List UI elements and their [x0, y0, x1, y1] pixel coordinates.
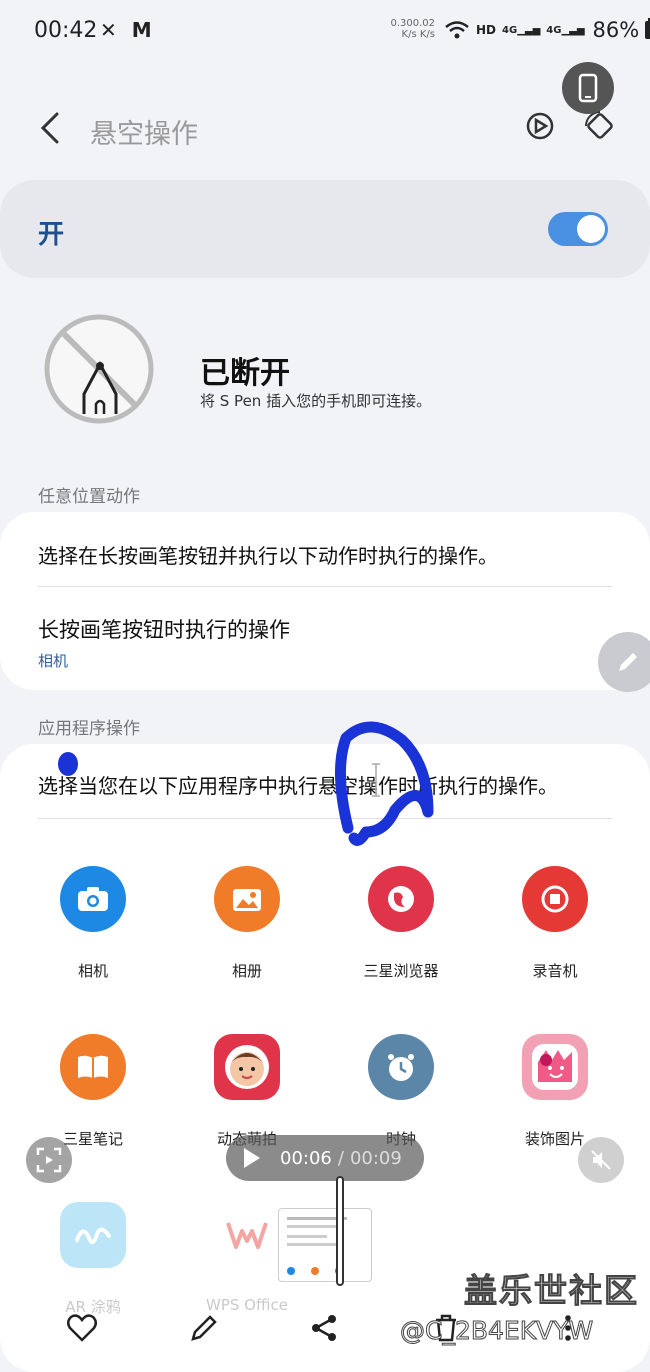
app-gallery[interactable]: 相册 [182, 866, 312, 981]
video-time-separator: / [337, 1147, 344, 1169]
section-label-anywhere: 任意位置动作 [38, 487, 140, 507]
signal-1: 4G▁▃▅ [502, 24, 541, 36]
screen-rotate-icon[interactable] [522, 108, 558, 144]
decorate-icon [522, 1034, 588, 1100]
ar-doodle-icon [60, 1202, 126, 1268]
app-browser[interactable]: 三星浏览器 [336, 866, 466, 981]
anywhere-card: 选择在长按画笔按钮并执行以下动作时执行的操作。 长按画笔按钮时执行的操作 相机 [0, 512, 650, 690]
wifi-icon [445, 21, 469, 39]
app-camera[interactable]: 相机 [28, 866, 158, 981]
scrub-handle[interactable] [336, 1176, 344, 1286]
camera-icon [60, 866, 126, 932]
divider [38, 586, 612, 587]
status-right: HD 4G▁▃▅ 4G▁▃▅ 86% [444, 18, 650, 42]
battery-level: 86% [592, 18, 640, 42]
app-recorder[interactable]: 录音机 [490, 866, 620, 981]
apps-description: 选择当您在以下应用程序中执行悬空操作时所执行的操作。 [38, 774, 558, 798]
notes-icon [60, 1034, 126, 1100]
master-toggle[interactable] [548, 212, 608, 246]
notification-icons: ✕ M [100, 18, 156, 42]
app-decorate[interactable]: 装饰图片 [490, 1034, 620, 1149]
wps-icon [214, 1202, 280, 1268]
divider [38, 818, 612, 819]
play-icon[interactable] [244, 1148, 260, 1168]
mute-button[interactable] [578, 1137, 624, 1183]
app-label: 三星浏览器 [363, 962, 439, 980]
pen-disconnected-icon [44, 314, 154, 424]
phone-icon [578, 73, 598, 103]
video-total-time: 00:09 [349, 1147, 402, 1169]
long-press-value: 相机 [38, 652, 69, 670]
video-current-time: 00:06 [280, 1147, 332, 1169]
network-hd: HD [476, 23, 497, 37]
pen-status-desc: 将 S Pen 插入您的手机即可连接。 [200, 392, 432, 410]
edit-floating-button[interactable] [598, 632, 650, 692]
page-title: 悬空操作 [90, 119, 198, 150]
app-clock[interactable]: 时钟 [336, 1034, 466, 1149]
video-player-bar[interactable]: 00:06 / 00:09 [226, 1135, 424, 1181]
status-time: 00:42 [34, 18, 98, 43]
pencil-icon [619, 653, 637, 671]
mute-icon [591, 1150, 611, 1170]
clock-icon [368, 1034, 434, 1100]
battery-icon [645, 18, 650, 39]
back-arrow-icon [40, 112, 59, 144]
video-thumbnail[interactable] [278, 1208, 372, 1282]
network-speed: 0.300.02 K/s K/s [390, 18, 435, 40]
master-switch-card[interactable]: 开 [0, 180, 650, 278]
browser-icon [368, 866, 434, 932]
long-press-title: 长按画笔按钮时执行的操作 [38, 618, 290, 642]
ar-emoji-icon [214, 1034, 280, 1100]
app-header: 悬空操作 [0, 80, 650, 176]
watermark-user: @C_2B4EKVYW [399, 1316, 594, 1346]
app-label: 录音机 [532, 962, 578, 980]
pen-status-title: 已断开 [200, 356, 290, 391]
watermark-site: 盖乐世社区 [464, 1271, 639, 1311]
anywhere-description: 选择在长按画笔按钮并执行以下动作时执行的操作。 [38, 544, 498, 568]
pen-status: 已断开 将 S Pen 插入您的手机即可连接。 [0, 300, 650, 440]
phone-floating-button[interactable] [562, 62, 614, 114]
app-label: 相机 [77, 962, 108, 980]
app-ar-emoji[interactable]: 动态萌拍 [182, 1034, 312, 1149]
pencil-edit-icon[interactable] [188, 1312, 220, 1344]
toggle-knob [577, 215, 605, 243]
recorder-icon [522, 866, 588, 932]
signal-2: 4G▁▃▅ [546, 24, 585, 36]
back-button[interactable] [32, 110, 68, 146]
screen-capture-button[interactable] [26, 1137, 72, 1183]
app-notes[interactable]: 三星笔记 [28, 1034, 158, 1149]
screen-capture-icon [36, 1147, 62, 1173]
share-icon[interactable] [308, 1312, 340, 1344]
heart-icon[interactable] [66, 1312, 98, 1344]
section-label-apps: 应用程序操作 [38, 719, 140, 739]
gallery-icon [214, 866, 280, 932]
long-press-action-item[interactable]: 长按画笔按钮时执行的操作 相机 [0, 588, 650, 688]
switch-label: 开 [38, 220, 65, 250]
app-label: 相册 [231, 962, 262, 980]
status-bar: 00:42 ✕ M 0.300.02 K/s K/s HD 4G▁▃▅ 4G▁▃… [0, 0, 650, 62]
